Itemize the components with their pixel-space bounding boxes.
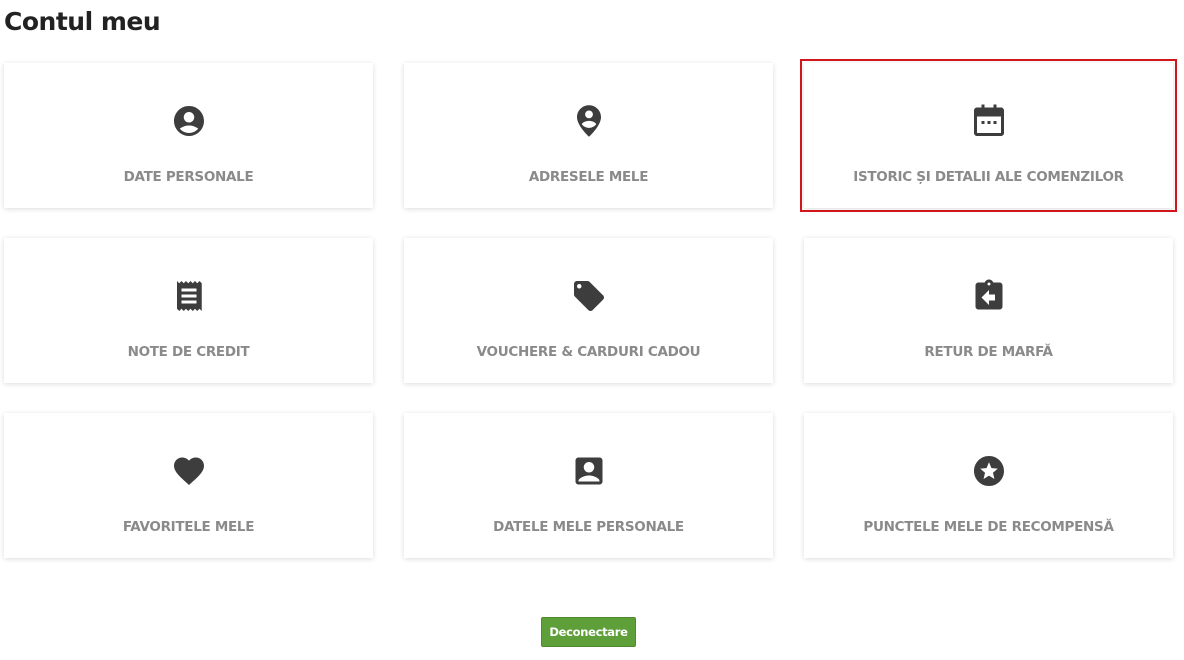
card-label: FAVORITELE MELE — [122, 519, 255, 535]
card-label: NOTE DE CREDIT — [127, 344, 250, 360]
calendar-icon — [971, 103, 1007, 139]
card-label: ISTORIC ȘI DETALII ALE COMENZILOR — [853, 169, 1124, 185]
account-circle-icon — [171, 103, 207, 139]
card-favoritele-mele[interactable]: FAVORITELE MELE — [4, 413, 373, 558]
card-label: VOUCHERE & CARDURI CADOU — [476, 344, 701, 360]
assignment-return-icon — [971, 278, 1007, 314]
receipt-icon — [171, 278, 207, 314]
card-adresele-mele[interactable]: ADRESELE MELE — [404, 63, 773, 208]
contact-card-icon — [571, 453, 607, 489]
card-label: PUNCTELE MELE DE RECOMPENSĂ — [863, 519, 1114, 535]
card-label: DATELE MELE PERSONALE — [493, 519, 684, 535]
card-istoric-comenzi[interactable]: ISTORIC ȘI DETALII ALE COMENZILOR — [800, 59, 1177, 212]
location-pin-icon — [571, 103, 607, 139]
tag-icon — [571, 278, 607, 314]
card-label: ADRESELE MELE — [528, 169, 649, 185]
card-label: DATE PERSONALE — [123, 169, 254, 185]
card-date-personale[interactable]: DATE PERSONALE — [4, 63, 373, 208]
card-retur[interactable]: RETUR DE MARFĂ — [804, 238, 1173, 383]
card-note-de-credit[interactable]: NOTE DE CREDIT — [4, 238, 373, 383]
heart-icon — [171, 453, 207, 489]
star-circle-icon — [971, 453, 1007, 489]
logout-button[interactable]: Deconectare — [541, 617, 636, 647]
page-title: Contul meu — [4, 7, 161, 36]
card-label: RETUR DE MARFĂ — [924, 344, 1053, 360]
card-puncte-recompensa[interactable]: PUNCTELE MELE DE RECOMPENSĂ — [804, 413, 1173, 558]
card-datele-mele-personale[interactable]: DATELE MELE PERSONALE — [404, 413, 773, 558]
card-vouchere[interactable]: VOUCHERE & CARDURI CADOU — [404, 238, 773, 383]
